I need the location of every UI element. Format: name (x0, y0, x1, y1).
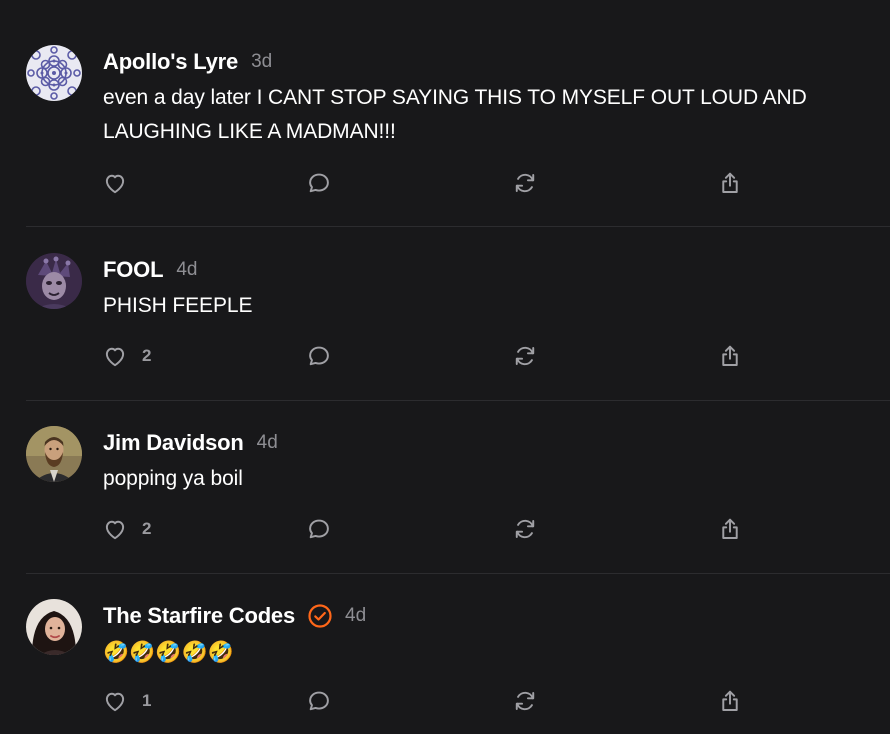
reply-button[interactable] (306, 167, 332, 199)
comment-actions (0, 167, 890, 199)
comment-actions: 2 (0, 340, 890, 372)
timestamp[interactable]: 3d (251, 51, 272, 73)
share-icon (722, 690, 738, 711)
share-icon (722, 172, 738, 193)
avatar[interactable] (26, 599, 82, 655)
share-button[interactable] (717, 167, 743, 199)
author-name[interactable]: Apollo's Lyre (103, 49, 238, 75)
comment-text: 🤣🤣🤣🤣🤣 (103, 640, 234, 664)
avatar[interactable] (26, 253, 82, 309)
restack-button[interactable] (512, 685, 538, 717)
comment-text: PHISH FEEPLE (103, 294, 253, 317)
like-count: 2 (142, 346, 152, 365)
comment-header: Jim Davidson 4d (103, 428, 278, 458)
heart-icon (105, 520, 125, 540)
share-button[interactable] (717, 685, 743, 717)
timestamp[interactable]: 4d (257, 432, 278, 454)
restack-arrows-icon (515, 346, 535, 366)
comment-actions: 1 (0, 685, 890, 717)
share-icon (722, 518, 738, 539)
like-button[interactable]: 1 (102, 685, 151, 717)
author-name[interactable]: The Starfire Codes (103, 603, 295, 629)
speech-bubble-icon (309, 346, 329, 366)
timestamp[interactable]: 4d (345, 605, 366, 627)
share-icon (722, 345, 738, 366)
timestamp[interactable]: 4d (176, 259, 197, 281)
comment-feed: Apollo's Lyre 3d even a day later I CANT… (0, 0, 890, 734)
like-count: 1 (142, 691, 152, 710)
restack-button[interactable] (512, 340, 538, 372)
author-name[interactable]: Jim Davidson (103, 430, 244, 456)
comment-header: The Starfire Codes 4d (103, 601, 366, 631)
restack-arrows-icon (515, 691, 535, 711)
heart-icon (105, 692, 125, 712)
restack-button[interactable] (512, 167, 538, 199)
share-button[interactable] (717, 513, 743, 545)
speech-bubble-icon (309, 519, 329, 539)
avatar[interactable] (26, 426, 82, 482)
comment-actions: 2 (0, 513, 890, 545)
speech-bubble-icon (309, 691, 329, 711)
avatar-photo-icon (26, 599, 82, 655)
avatar[interactable] (26, 45, 82, 101)
comment-divider (26, 400, 890, 401)
author-name[interactable]: FOOL (103, 257, 164, 283)
avatar-photo-icon (26, 426, 82, 482)
restack-button[interactable] (512, 513, 538, 545)
reply-button[interactable] (306, 340, 332, 372)
restack-arrows-icon (515, 173, 535, 193)
reply-button[interactable] (306, 685, 332, 717)
like-button[interactable] (102, 167, 142, 199)
comment-text: popping ya boil (103, 467, 243, 490)
like-button[interactable]: 2 (102, 340, 151, 372)
restack-arrows-icon (515, 519, 535, 539)
comment-divider (26, 573, 890, 574)
speech-bubble-icon (309, 173, 329, 193)
comment-header: Apollo's Lyre 3d (103, 47, 272, 77)
comment-divider (26, 226, 890, 227)
heart-icon (105, 174, 125, 194)
share-button[interactable] (717, 340, 743, 372)
like-button[interactable]: 2 (102, 513, 151, 545)
avatar-jester-icon (26, 253, 82, 309)
verified-check-icon (307, 603, 333, 629)
heart-icon (105, 347, 125, 367)
comment-text: even a day later I CANT STOP SAYING THIS… (103, 86, 807, 143)
avatar-pattern-icon (26, 45, 82, 101)
comment-header: FOOL 4d (103, 255, 197, 285)
like-count: 2 (142, 519, 152, 538)
reply-button[interactable] (306, 513, 332, 545)
